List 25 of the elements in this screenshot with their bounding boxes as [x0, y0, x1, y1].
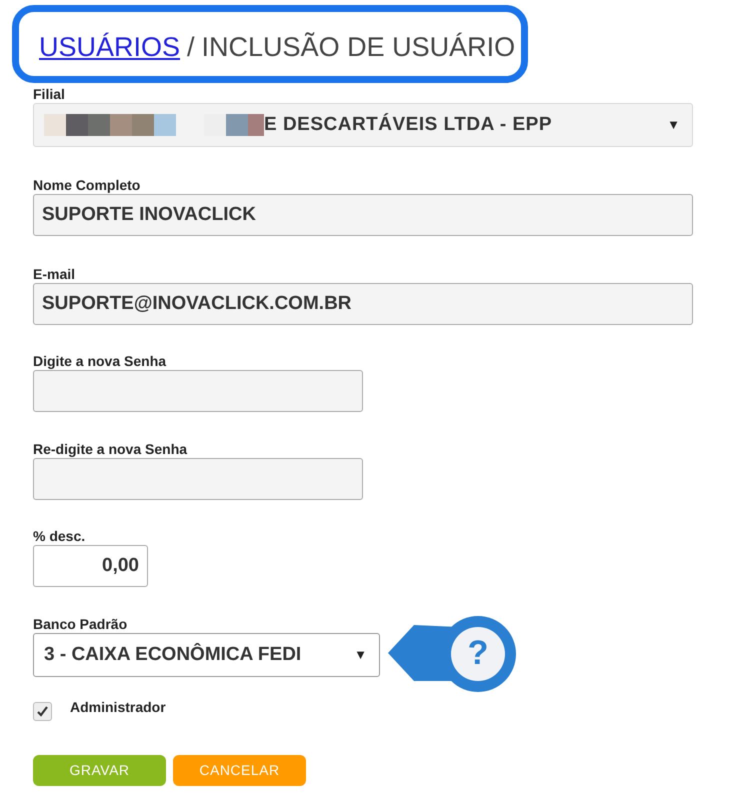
select-value: E DESCARTÁVEIS LTDA - EPP: [264, 112, 554, 137]
input-field[interactable]: SUPORTE INOVACLICK: [33, 194, 693, 236]
select-field[interactable]: 3 - CAIXA ECONÔMICA FEDI ▼: [33, 633, 380, 677]
select-value: 3 - CAIXA ECONÔMICA FEDI: [44, 642, 302, 667]
breadcrumb-separator: /: [187, 30, 195, 64]
field-label: % desc.: [33, 528, 86, 545]
checkbox[interactable]: [33, 702, 52, 721]
select-field[interactable]: E DESCARTÁVEIS LTDA - EPP ▼: [33, 103, 693, 147]
field-label: Filial: [33, 86, 66, 103]
field-label: Nome Completo: [33, 177, 142, 194]
checkbox-label: Administrador: [70, 698, 166, 717]
field-label: Banco Padrão: [33, 616, 128, 633]
breadcrumb-link[interactable]: USUÁRIOS: [39, 26, 180, 68]
check-icon: [36, 705, 49, 718]
page-title: INCLUSÃO DE USUÁRIO: [202, 30, 516, 64]
input-field[interactable]: [33, 458, 363, 500]
dropdown-arrow-icon: ▼: [667, 115, 680, 135]
field-label: Digite a nova Senha: [33, 353, 168, 370]
field-label: E-mail: [33, 266, 76, 283]
input-field[interactable]: SUPORTE@INOVACLICK.COM.BR: [33, 283, 693, 325]
dropdown-arrow-icon: ▼: [354, 645, 367, 665]
field-label: Re-digite a nova Senha: [33, 441, 188, 458]
input-field[interactable]: 0,00: [33, 545, 148, 587]
help-icon: ?: [466, 629, 490, 677]
input-field[interactable]: [33, 370, 363, 412]
